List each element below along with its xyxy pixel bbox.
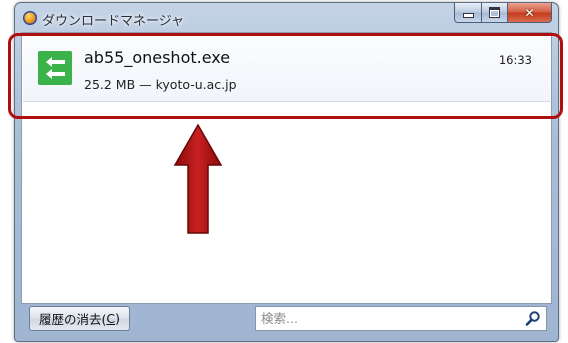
window-controls: ✕ <box>454 3 552 23</box>
maximize-button[interactable] <box>482 3 508 23</box>
download-filename[interactable]: ab55_oneshot.exe <box>84 48 230 67</box>
window-title: ダウンロードマネージャ <box>42 14 185 29</box>
downloads-list: ab55_oneshot.exe 25.2 MB — kyoto-u.ac.jp… <box>21 32 552 304</box>
magnifier-icon[interactable] <box>525 310 541 327</box>
clear-history-button[interactable]: 履歴の消去(C) <box>29 306 130 331</box>
firefox-icon <box>23 11 37 25</box>
download-item[interactable]: ab55_oneshot.exe 25.2 MB — kyoto-u.ac.jp… <box>23 34 550 102</box>
maximize-icon <box>489 7 500 18</box>
download-details: 25.2 MB — kyoto-u.ac.jp <box>84 77 237 92</box>
download-manager-window: ダウンロードマネージャ ✕ ab55_oneshot.exe 25.2 MB —… <box>14 2 559 342</box>
minimize-button[interactable] <box>454 3 482 23</box>
bottom-toolbar: 履歴の消去(C) <box>21 303 552 337</box>
download-time: 16:33 <box>498 53 532 67</box>
download-arrows-icon <box>38 51 72 85</box>
clear-history-label: 履歴の消去( <box>38 312 107 327</box>
clear-history-accesskey: C <box>106 311 116 326</box>
minimize-icon <box>462 13 474 18</box>
search-box <box>255 306 547 331</box>
title-bar[interactable]: ダウンロードマネージャ ✕ <box>15 3 558 31</box>
search-input[interactable] <box>259 309 518 328</box>
clear-history-label-end: ) <box>115 311 120 326</box>
close-button[interactable]: ✕ <box>508 3 552 23</box>
close-icon: ✕ <box>524 5 535 20</box>
